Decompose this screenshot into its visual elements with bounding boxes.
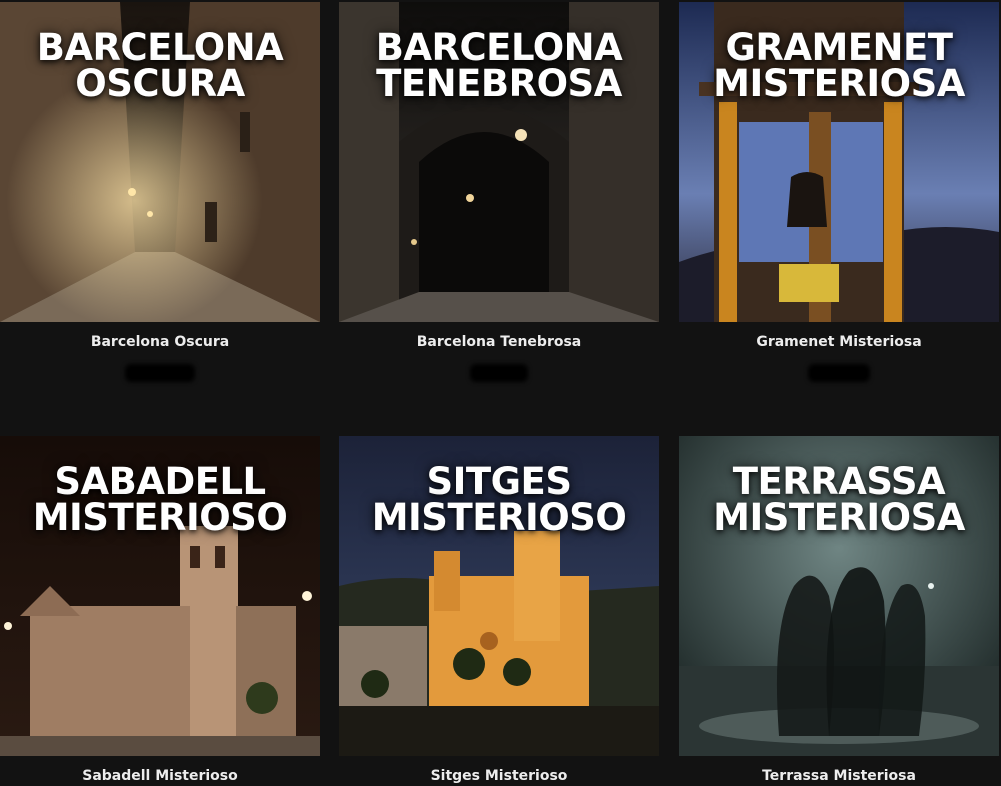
product-title-link[interactable]: Sitges Misterioso [339, 768, 659, 784]
product-title-link[interactable]: Sabadell Misterioso [0, 768, 320, 784]
product-image[interactable]: TERRASSA MISTERIOSA [679, 436, 999, 756]
title-line-1: BARCELONA [36, 26, 284, 69]
product-grid: BARCELONA OSCURA Barcelona Oscura BARCEL… [0, 0, 1001, 786]
product-image[interactable]: SABADELL MISTERIOSO [0, 436, 320, 756]
title-line-1: SABADELL [54, 460, 266, 503]
title-line-1: SITGES [426, 460, 572, 503]
redacted-price [125, 364, 195, 382]
product-card-barcelona-tenebrosa[interactable]: BARCELONA TENEBROSA Barcelona Tenebrosa [339, 2, 659, 382]
product-image-title: BARCELONA TENEBROSA [339, 26, 659, 105]
title-line-1: TERRASSA [732, 460, 946, 503]
title-line-2: MISTERIOSA [713, 496, 965, 539]
product-image-title: SABADELL MISTERIOSO [0, 460, 320, 539]
title-line-2: OSCURA [75, 62, 245, 105]
product-image-title: GRAMENET MISTERIOSA [679, 26, 999, 105]
title-line-2: MISTERIOSA [713, 62, 965, 105]
product-card-sitges-misterioso[interactable]: SITGES MISTERIOSO Sitges Misterioso [339, 436, 659, 784]
product-card-terrassa-misteriosa[interactable]: TERRASSA MISTERIOSA Terrassa Misteriosa [679, 436, 999, 784]
title-line-2: TENEBROSA [376, 62, 622, 105]
redacted-price [808, 364, 870, 382]
product-image-title: BARCELONA OSCURA [0, 26, 320, 105]
product-image[interactable]: BARCELONA OSCURA [0, 2, 320, 322]
product-card-barcelona-oscura[interactable]: BARCELONA OSCURA Barcelona Oscura [0, 2, 320, 382]
product-card-gramenet-misteriosa[interactable]: GRAMENET MISTERIOSA Gramenet Misteriosa [679, 2, 999, 382]
title-line-2: MISTERIOSO [371, 496, 627, 539]
product-image[interactable]: BARCELONA TENEBROSA [339, 2, 659, 322]
redacted-price [470, 364, 528, 382]
product-image-title: TERRASSA MISTERIOSA [679, 460, 999, 539]
product-title-link[interactable]: Barcelona Tenebrosa [339, 334, 659, 350]
product-image[interactable]: SITGES MISTERIOSO [339, 436, 659, 756]
title-line-1: GRAMENET [725, 26, 953, 69]
product-title-link[interactable]: Gramenet Misteriosa [679, 334, 999, 350]
product-image[interactable]: GRAMENET MISTERIOSA [679, 2, 999, 322]
product-title-link[interactable]: Terrassa Misteriosa [679, 768, 999, 784]
product-image-title: SITGES MISTERIOSO [339, 460, 659, 539]
title-line-2: MISTERIOSO [32, 496, 288, 539]
title-line-1: BARCELONA [375, 26, 623, 69]
product-card-sabadell-misterioso[interactable]: SABADELL MISTERIOSO Sabadell Misterioso [0, 436, 320, 784]
product-title-link[interactable]: Barcelona Oscura [0, 334, 320, 350]
